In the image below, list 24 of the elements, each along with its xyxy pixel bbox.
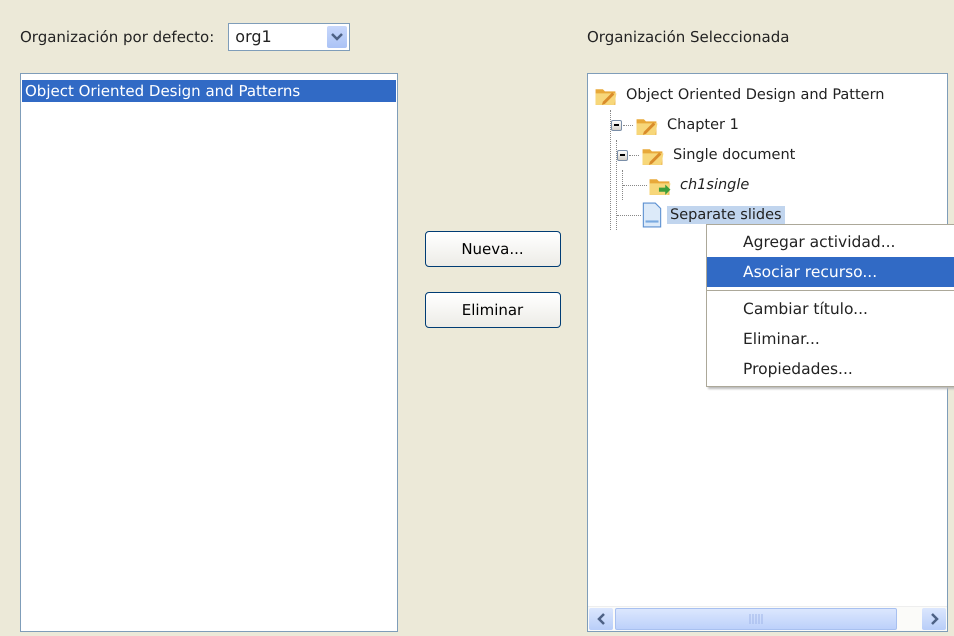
horizontal-scrollbar[interactable] xyxy=(588,606,947,631)
action-button[interactable]: Nueva... xyxy=(424,231,560,267)
menu-item[interactable]: Asociar recurso... xyxy=(707,257,954,287)
tree-item[interactable]: Separate slides xyxy=(667,206,785,224)
tree-item[interactable]: Single document xyxy=(670,146,798,164)
menu-item[interactable]: Eliminar... xyxy=(707,324,954,354)
field-label: Organización por defecto: xyxy=(20,28,214,46)
action-button[interactable]: Eliminar xyxy=(424,292,560,328)
document-icon xyxy=(641,202,663,228)
chevron-left-icon[interactable] xyxy=(596,613,606,625)
panel-title: Organización Seleccionada xyxy=(587,28,790,46)
chevron-right-icon[interactable] xyxy=(930,613,938,625)
grip-icon[interactable] xyxy=(749,614,763,624)
tree-item[interactable]: ch1single xyxy=(677,176,752,194)
menu-item[interactable]: Cambiar título... xyxy=(707,294,954,324)
list-item[interactable]: Object Oriented Design and Patterns xyxy=(22,80,396,102)
collapse-icon[interactable] xyxy=(611,120,622,130)
collapse-icon[interactable] xyxy=(617,150,628,160)
chevron-down-icon xyxy=(331,32,344,40)
menu-item[interactable]: Agregar actividad... xyxy=(707,227,954,257)
menu-item[interactable]: Propiedades... xyxy=(707,354,954,384)
tree-item[interactable]: Object Oriented Design and Pattern xyxy=(623,86,888,104)
tree-item[interactable]: Chapter 1 xyxy=(664,116,742,134)
organization-dropdown[interactable]: org1 xyxy=(228,22,350,50)
